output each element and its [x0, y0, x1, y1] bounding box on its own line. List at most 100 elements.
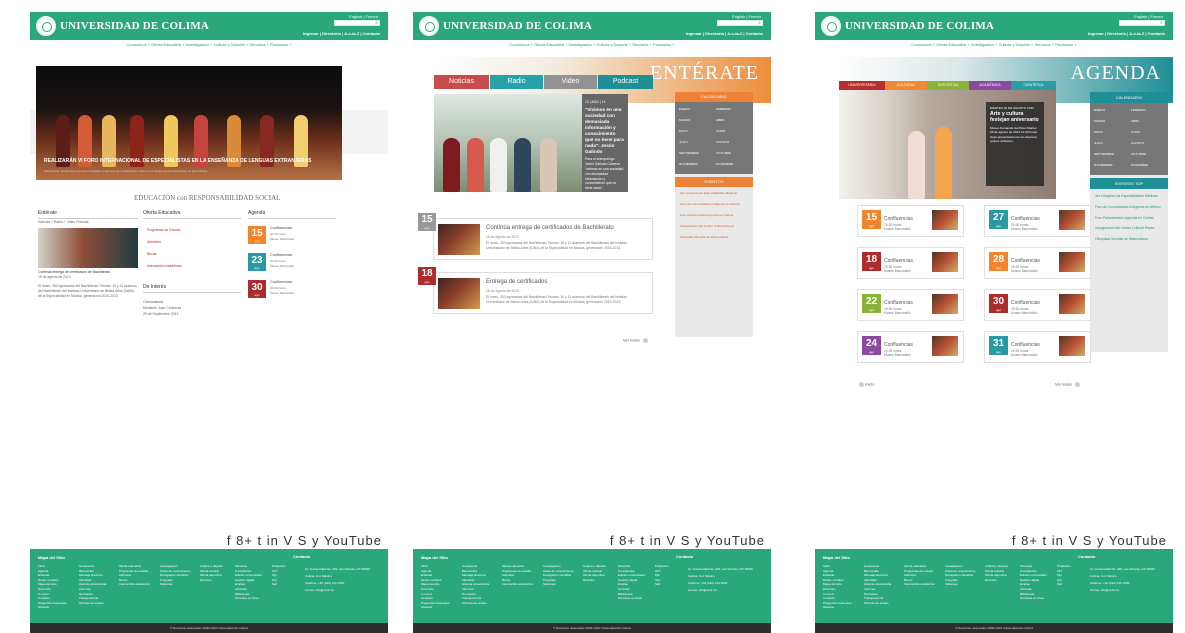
hero-subcaption: Participarán académicos de los principal…	[44, 169, 209, 173]
utility-links[interactable]: Ingresar | Directorio | A-o-la-Z | Conta…	[1088, 31, 1165, 36]
social-icons[interactable]: f 8+ t in V S y YouTube	[610, 533, 765, 548]
interest-title[interactable]: Convocatoria	[143, 300, 163, 305]
news-title[interactable]: Continúa entrega de certificados de Bach…	[486, 225, 614, 231]
hero-image: REALIZARÁN VI FORO INTERNACIONAL DE ESPE…	[36, 66, 342, 180]
scholarships-link[interactable]: Becas	[147, 252, 156, 256]
utility-links[interactable]: Ingresar | Directorio | A-o-la-Z | Conta…	[686, 31, 763, 36]
tab-university[interactable]: UNIVERSITARIA	[839, 81, 885, 90]
search-icon[interactable]: ⌕	[375, 20, 378, 26]
tab-radio[interactable]: Radio	[490, 75, 543, 89]
footer-column[interactable]: Inicio Agenda Entérate Redes sociales Mapa d…	[421, 564, 450, 610]
news-row[interactable]: 18 ago Entrega de certificados 18 de Agos…	[418, 267, 653, 314]
event-place: Museo Manzanillo	[270, 291, 295, 295]
news-row[interactable]: 15 ago Continúa entrega de certificados d…	[418, 213, 653, 260]
language-links[interactable]: English | French	[349, 14, 378, 19]
see-all-link[interactable]: Ver todos	[623, 338, 649, 343]
event-card[interactable]: 31 ago Confluencias 20:30 horas Museo Manzan…	[984, 331, 1091, 363]
footer-column[interactable]: Productos UFT Fijo Opt Sell	[655, 564, 669, 587]
search-input[interactable]: ⌕	[1119, 20, 1165, 26]
university-logo[interactable]: UNIVERSIDAD DE COLIMA	[36, 16, 209, 36]
contact-heading: Contacto	[293, 554, 311, 559]
news-date: 15 de agosto de 2013	[38, 275, 71, 279]
footer-column[interactable]: Servicios Consultorios Edición universitar…	[1020, 564, 1047, 601]
top-events-list[interactable]: 3er Congreso de Especialidades Médicas Fo…	[1090, 189, 1168, 253]
event-card[interactable]: 24 ago Confluencias 20:30 horas Museo Manzan…	[857, 331, 964, 363]
main-menu[interactable]: Conócenos + Oferta Educativa + Investiga…	[413, 42, 771, 47]
agenda-feature-image[interactable]: MARTES 20 DE AGOSTO 2013 Arte y cultura f…	[839, 90, 1056, 199]
header-bar: UNIVERSIDAD DE COLIMA English | French ⌕…	[30, 12, 388, 40]
footer-column[interactable]: Investigación Áreas de conocimiento Divulg…	[160, 564, 191, 587]
utility-links[interactable]: Ingresar | Directorio | A-o-la-Z | Conta…	[303, 31, 380, 36]
hero-caption[interactable]: REALIZARÁN VI FORO INTERNACIONAL DE ESPE…	[44, 158, 312, 164]
tab-news[interactable]: Noticias	[434, 75, 489, 89]
footer-column[interactable]: Investigación Áreas de conocimiento Divulg…	[945, 564, 976, 587]
featured-event-info: MARTES 20 DE AGOSTO 2013 Arte y cultura f…	[986, 102, 1044, 186]
event-date-30[interactable]: 30 ago	[248, 280, 266, 298]
language-links[interactable]: English | French	[732, 14, 761, 19]
social-icons[interactable]: f 8+ t in V S y YouTube	[227, 533, 382, 548]
event-date-23[interactable]: 23 ago	[248, 253, 266, 271]
home-link[interactable]: Inicio	[857, 382, 874, 387]
month-grid[interactable]: ENERO FEBRERO MARZO ABRIL MAYO JUNIO JULIO AGOS…	[675, 102, 753, 174]
footer-column[interactable]: Servicios Consultorios Edición universitar…	[235, 564, 262, 601]
footer-column[interactable]: Productos UFT Fijo Opt Sell	[272, 564, 286, 587]
news-thumbnail	[438, 224, 480, 255]
university-logo[interactable]: UNIVERSIDAD DE COLIMA	[419, 16, 592, 36]
footer-column[interactable]: Oferta educativa Programas de estudio Admi…	[904, 564, 935, 587]
footer-column[interactable]: Productos UFT Fijo Opt Sell	[1057, 564, 1071, 587]
footer-column[interactable]: Cultura y deporte Oferta cultural Oferta d…	[583, 564, 606, 582]
search-icon[interactable]: ⌕	[1160, 20, 1163, 26]
tab-scientific[interactable]: CIENTÍFICA	[1011, 81, 1056, 90]
event-title[interactable]: Confluencias	[270, 280, 292, 284]
search-input[interactable]: ⌕	[334, 20, 380, 26]
event-date-15[interactable]: 15 ago	[248, 226, 266, 244]
admission-link[interactable]: Admisión	[147, 240, 161, 244]
footer-column[interactable]: Investigación Áreas de conocimiento Divulg…	[543, 564, 574, 587]
search-icon[interactable]: ⌕	[758, 20, 761, 26]
main-menu[interactable]: Conócenos + Oferta Educativa + Investiga…	[30, 42, 388, 47]
program-link[interactable]: Programas de Estudio	[147, 228, 181, 232]
footer-column[interactable]: Conócenos Bienvenida Mensaje Rectoría Ident…	[79, 564, 106, 605]
agenda-category-tabs[interactable]: UNIVERSITARIA CULTURAL DEPORTIVA ACADÉMI…	[839, 81, 1056, 90]
news-image[interactable]	[38, 228, 138, 268]
tab-cultural[interactable]: CULTURAL	[885, 81, 927, 90]
footer-column[interactable]: Cultura y deporte Oferta cultural Oferta d…	[985, 564, 1008, 582]
copyright: © Derechos reservados 2000-2013 Universi…	[30, 623, 388, 633]
event-card[interactable]: 18 ago Confluencias 20:30 horas Museo Manzan…	[857, 247, 964, 279]
events-list[interactable]: 3er Congreso de Especialidades Médicas Fo…	[675, 187, 753, 250]
tab-academic[interactable]: ACADÉMICA	[969, 81, 1011, 90]
footer-column[interactable]: Oferta educativa Programas de estudio Admi…	[119, 564, 150, 587]
footer-column[interactable]: Conócenos Bienvenida Mensaje Rectoría Ident…	[864, 564, 891, 605]
entrate-tabs[interactable]: Noticias + Radio + Video Podcast	[38, 220, 88, 225]
tab-podcast[interactable]: Podcast	[598, 75, 653, 89]
event-card[interactable]: 15 ago Confluencias 20:30 horas Museo Manzan…	[857, 205, 964, 237]
event-title[interactable]: Confluencias	[270, 226, 292, 230]
footer-column[interactable]: Inicio Agenda Entérate Redes sociales Mapa d…	[823, 564, 852, 610]
event-card[interactable]: 27 ago Confluencias 20:30 horas Museo Manzan…	[984, 205, 1091, 237]
footer-column[interactable]: Cultura y deporte Oferta cultural Oferta d…	[200, 564, 223, 582]
event-card[interactable]: 28 ago Confluencias 20:30 horas Museo Manzan…	[984, 247, 1091, 279]
search-input[interactable]: ⌕	[717, 20, 763, 26]
news-body: El lunes, 253 egresados del Bachillerato…	[38, 284, 137, 298]
exchange-link[interactable]: Intercambio Académico	[147, 264, 182, 268]
footer-column[interactable]: Oferta educativa Programas de estudio Admi…	[502, 564, 533, 587]
event-title[interactable]: Confluencias	[270, 253, 292, 257]
main-menu[interactable]: Conócenos + Oferta Educativa + Investiga…	[815, 42, 1173, 47]
event-card[interactable]: 22 ago Confluencias 20:30 horas Museo Manzan…	[857, 289, 964, 321]
featured-news[interactable]: 13 | AGO | 13 "Vivimos en una sociedad co…	[434, 94, 628, 192]
news-title[interactable]: Entrega de certificados	[486, 279, 547, 285]
see-all-link[interactable]: Ver todos	[1055, 382, 1081, 387]
event-card[interactable]: 30 ago Confluencias 20:30 horas Museo Manzan…	[984, 289, 1091, 321]
footer-column[interactable]: Servicios Consultorios Edición universitar…	[618, 564, 645, 601]
home-icon	[859, 382, 864, 387]
tab-video[interactable]: Video	[544, 75, 597, 89]
social-icons[interactable]: f 8+ t in V S y YouTube	[1012, 533, 1167, 548]
footer-column[interactable]: Conócenos Bienvenida Mensaje Rectoría Ident…	[462, 564, 489, 605]
footer-column[interactable]: Inicio Agenda Entérate Redes sociales Mapa d…	[38, 564, 67, 610]
university-logo[interactable]: UNIVERSIDAD DE COLIMA	[821, 16, 994, 36]
month-grid[interactable]: ENERO FEBRERO MARZO ABRIL MAYO JUNIO JULIO AGOS…	[1090, 103, 1168, 175]
news-thumbnail	[438, 278, 480, 309]
tab-sports[interactable]: DEPORTIVA	[927, 81, 969, 90]
featured-text: 13 | AGO | 13 "Vivimos en una sociedad co…	[585, 100, 624, 191]
language-links[interactable]: English | French	[1134, 14, 1163, 19]
